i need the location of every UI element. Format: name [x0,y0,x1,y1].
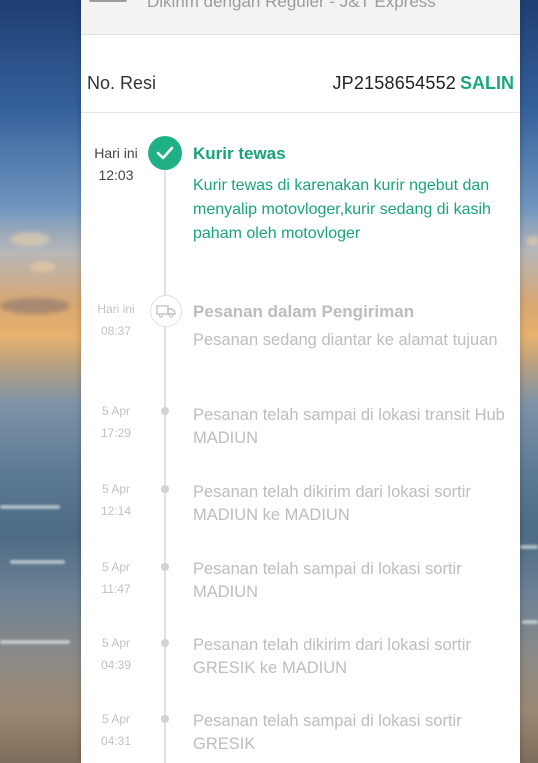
timeline-time: 5 Apr 04:31 [81,708,151,752]
timeline-description: Pesanan telah dikirim dari lokasi sortir… [193,483,471,524]
timeline-time: 5 Apr 04:39 [81,632,151,676]
timeline-title: Pesanan dalam Pengiriman [193,302,415,321]
timeline-description: Pesanan sedang diantar ke alamat tujuan [193,331,498,349]
check-icon [148,136,182,170]
timeline-day-text: Hari ini [97,302,135,316]
timeline-description: Pesanan telah sampai di lokasi transit H… [193,406,505,447]
timeline-day-text: 5 Apr [101,482,131,496]
timeline-dot [161,715,169,723]
timeline-day-text: 5 Apr [101,636,131,650]
timeline-time: 5 Apr 17:29 [81,400,151,444]
tracking-screen: Dikirim dengan Reguler - J&T Express No.… [81,0,520,763]
shipping-header: Dikirim dengan Reguler - J&T Express [81,0,520,35]
timeline-description: Pesanan telah sampai di lokasi sortir GR… [193,712,462,753]
timeline-description: Pesanan telah dikirim dari lokasi sortir… [193,636,471,677]
timeline-description: Pesanan telah sampai di lokasi sortir MA… [193,560,462,601]
timeline-time: Hari ini 12:03 [81,142,151,186]
tracking-number-row: No. Resi JP2158654552 SALIN [81,48,520,113]
timeline-day-text: 5 Apr [101,560,131,574]
truck-icon [150,295,182,327]
timeline-day-text: 5 Apr [101,404,131,418]
timeline-clock-text: 12:03 [98,167,134,183]
shipping-service-label: Dikirim dengan Reguler - J&T Express [147,0,436,11]
timeline-dot [161,639,169,647]
timeline-clock-text: 04:39 [100,658,132,672]
timeline-dot [161,485,169,493]
timeline-title: Kurir tewas [193,144,286,163]
timeline-day-text: 5 Apr [101,712,131,726]
timeline-clock-text: 04:31 [100,734,132,748]
timeline-clock-text: 12:14 [100,504,132,518]
tracking-number-label: No. Resi [87,73,157,93]
timeline-time: 5 Apr 11:47 [81,556,151,600]
timeline-clock-text: 17:29 [100,426,132,440]
timeline-line [164,166,166,763]
timeline-time: 5 Apr 12:14 [81,478,151,522]
timeline-clock-text: 08:37 [100,324,132,338]
tracking-number-value: JP2158654552 [332,73,456,93]
timeline-day-text: Hari ini [94,145,138,161]
timeline-clock-text: 11:47 [101,582,131,596]
timeline-dot [161,563,169,571]
back-icon[interactable] [89,0,127,2]
timeline-dot [161,407,169,415]
timeline-description: Kurir tewas di karenakan kurir ngebut da… [193,177,491,242]
copy-tracking-button[interactable]: SALIN [460,73,514,94]
timeline-time: Hari ini 08:37 [81,298,151,342]
